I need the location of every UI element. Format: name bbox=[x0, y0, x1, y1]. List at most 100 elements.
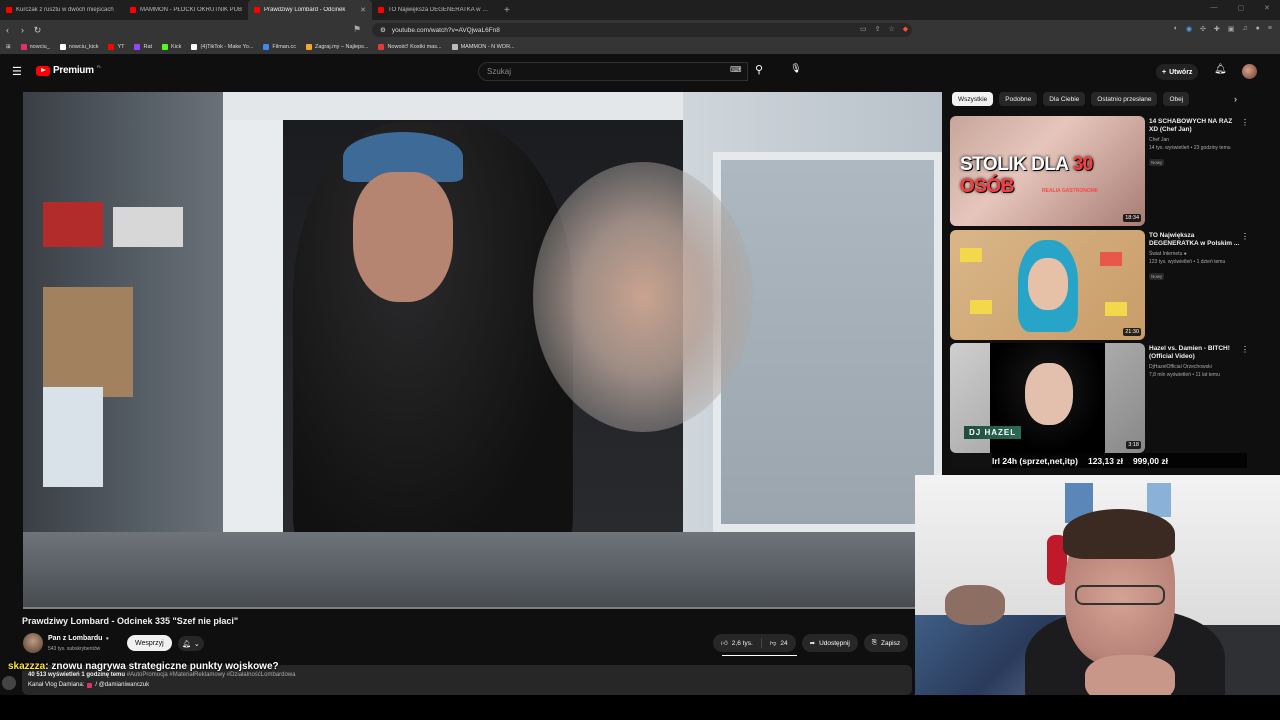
browser-tab-active[interactable]: Prawdziwy Lombard - Odcinek ✕ bbox=[248, 0, 372, 20]
recommendation-stats: 7,8 mln wyświetleń • 11 lat temu bbox=[1149, 372, 1220, 378]
bookmark-item[interactable]: Rat bbox=[134, 44, 152, 50]
share-icon[interactable]: ⇪ bbox=[875, 25, 881, 33]
search-input[interactable]: Szukaj bbox=[478, 62, 748, 81]
bookmark-favicon-icon bbox=[191, 44, 198, 50]
maximize-icon[interactable]: ▢ bbox=[1238, 4, 1245, 12]
video-thumbnail[interactable]: STOLIK DLA 30 OSÓB REALIA GASTRONOMII 18… bbox=[950, 116, 1145, 226]
recommendation-channel[interactable]: DjHazelOfficial Orzechowski bbox=[1149, 364, 1241, 370]
site-info-icon[interactable]: ⚙ bbox=[380, 26, 386, 34]
chip-for-you[interactable]: Dla Ciebie bbox=[1043, 92, 1086, 106]
channel-avatar[interactable] bbox=[23, 633, 43, 653]
thumbnail-sticky-note bbox=[1105, 302, 1127, 316]
account-avatar[interactable] bbox=[1242, 64, 1257, 79]
reload-icon[interactable]: ↻ bbox=[30, 25, 45, 36]
bookmark-item[interactable]: Zagraj.my – Najleps... bbox=[305, 44, 368, 50]
chip-recently-uploaded[interactable]: Ostatnio przesłane bbox=[1091, 92, 1158, 106]
more-vert-icon[interactable]: ⋮ bbox=[1241, 118, 1249, 127]
more-vert-icon[interactable]: ⋮ bbox=[1241, 232, 1249, 241]
description-link[interactable]: / @damianiwanczuk bbox=[95, 682, 149, 688]
video-thumbnail[interactable]: 21:30 bbox=[950, 230, 1145, 340]
puzzle-icon[interactable]: ✚ bbox=[1214, 25, 1220, 33]
hashtags[interactable]: #AutoPromocja #MateriałReklamowy #Działa… bbox=[127, 672, 296, 678]
bookmark-label: Filman.cc bbox=[272, 44, 296, 50]
recommendation-title[interactable]: 14 SCHABOWYCH NA RAZ XD (Chef Jan) bbox=[1149, 118, 1241, 134]
recommendation-meta: Hazel vs. Damien - BITCH! (Official Vide… bbox=[1149, 345, 1241, 378]
bookmark-item[interactable]: nowciu_kick bbox=[59, 44, 99, 50]
recommendation-title[interactable]: TO Największa DEGENERATKA w Polskim ... bbox=[1149, 232, 1241, 248]
chip-all[interactable]: Wszystkie bbox=[952, 92, 994, 106]
subscription-bell-button[interactable]: 🔔︎ ⌄ bbox=[178, 636, 204, 651]
chevron-right-icon[interactable]: › bbox=[1234, 94, 1237, 104]
video-player[interactable] bbox=[23, 92, 942, 609]
search-icon[interactable]: ⚲ bbox=[755, 63, 763, 76]
dislike-button[interactable]: 👎︎ 24 bbox=[762, 634, 796, 652]
support-label: Wesprzyj bbox=[135, 639, 164, 647]
share-label: Udostępnij bbox=[819, 639, 850, 647]
save-button[interactable]: ⎘ Zapisz bbox=[863, 634, 909, 652]
recommendation-channel[interactable]: Świat Internetu ● bbox=[1149, 251, 1241, 257]
extension-icon[interactable]: ◐ bbox=[1174, 25, 1178, 33]
video-progress-bar[interactable] bbox=[23, 607, 942, 609]
close-tab-icon[interactable]: ✕ bbox=[360, 6, 366, 14]
support-button[interactable]: Wesprzyj bbox=[127, 635, 172, 651]
duration-badge: 18:34 bbox=[1123, 214, 1141, 222]
new-badge: Nowy bbox=[1149, 273, 1165, 280]
close-window-icon[interactable]: ✕ bbox=[1264, 4, 1270, 12]
thumbs-down-icon: 👎︎ bbox=[769, 640, 777, 647]
apps-grid-icon[interactable]: ⊞ bbox=[6, 44, 11, 50]
browser-tab[interactable]: MAMMON - PŁOCKI OKRUTNIK PUB bbox=[124, 0, 248, 20]
bookmark-label: nowciu_kick bbox=[68, 44, 99, 50]
bookmark-favicon-icon bbox=[305, 44, 312, 50]
channel-name-row[interactable]: Pan z Lombardu ● bbox=[48, 635, 109, 642]
bookmark-item[interactable]: MAMMON - N WOR... bbox=[451, 44, 515, 50]
screen-icon[interactable]: ▭ bbox=[860, 25, 867, 33]
like-button[interactable]: 👍︎ 2,6 tys. bbox=[713, 634, 761, 652]
bookmark-favicon-icon bbox=[451, 44, 458, 50]
more-vert-icon[interactable]: ⋮ bbox=[1241, 345, 1249, 354]
brave-shield-icon[interactable]: ◆ bbox=[903, 25, 908, 33]
chip-watched[interactable]: Obej bbox=[1163, 92, 1190, 106]
new-tab-icon[interactable]: + bbox=[496, 5, 518, 16]
webcam-hands bbox=[1085, 655, 1175, 695]
video-thumbnail[interactable]: DJ HAZEL 3:18 bbox=[950, 343, 1145, 453]
hamburger-menu-icon[interactable]: ☰ bbox=[12, 65, 22, 78]
bookmark-label: Nowość! Kostki mas... bbox=[387, 44, 442, 50]
create-button[interactable]: + Utwórz bbox=[1156, 64, 1199, 80]
notifications-bell-icon[interactable]: 🔔︎ bbox=[1214, 64, 1227, 75]
youtube-favicon-icon bbox=[254, 7, 260, 13]
description-line-1: 40 513 wyświetleń 1 godzinę temu #AutoPr… bbox=[28, 672, 295, 678]
recommendation-channel[interactable]: Chef Jan bbox=[1149, 137, 1241, 143]
star-icon[interactable]: ☆ bbox=[889, 25, 895, 33]
bookmark-item[interactable]: Nowość! Kostki mas... bbox=[378, 44, 442, 50]
minimize-icon[interactable]: — bbox=[1211, 4, 1218, 12]
back-icon[interactable]: ‹ bbox=[0, 25, 15, 35]
bookmark-item[interactable]: nowciu_ bbox=[20, 44, 50, 50]
browser-tab[interactable]: TO Największa DEGENERATKA w Pol bbox=[372, 0, 496, 20]
bookmark-item[interactable]: YT bbox=[108, 44, 124, 50]
recommendation-item[interactable]: 21:30 TO Największa DEGENERATKA w Polski… bbox=[950, 230, 1250, 340]
extension-icon[interactable]: ✣ bbox=[1200, 25, 1206, 33]
browser-tab[interactable]: Kurczak z rusztu w dwóch miejscach bbox=[0, 0, 124, 20]
share-button[interactable]: ➦ Udostępnij bbox=[801, 634, 858, 652]
bookmark-item[interactable]: Filman.cc bbox=[263, 44, 296, 50]
microphone-icon[interactable]: 🎙︎ bbox=[789, 63, 803, 77]
extension-icon[interactable]: ◉ bbox=[1186, 25, 1192, 33]
chip-related[interactable]: Podobne bbox=[999, 92, 1038, 106]
profile-icon[interactable]: ● bbox=[1256, 25, 1260, 33]
recommendation-item[interactable]: STOLIK DLA 30 OSÓB REALIA GASTRONOMII 18… bbox=[950, 116, 1250, 226]
bookmark-item[interactable]: Kick bbox=[162, 44, 181, 50]
url-field[interactable]: ⚙ youtube.com/watch?v=AVQjwaL6Fn8 bbox=[372, 23, 912, 37]
webcam-streamer-hair bbox=[1063, 509, 1175, 559]
video-scene-box bbox=[43, 287, 133, 397]
menu-icon[interactable]: ≡ bbox=[1268, 25, 1272, 33]
bookmark-icon[interactable]: ⚑ bbox=[353, 24, 361, 35]
bookmark-favicon-icon bbox=[162, 44, 169, 50]
youtube-logo[interactable]: Premium PL bbox=[36, 64, 102, 76]
bookmark-item[interactable]: (4)TikTok - Make Yo... bbox=[191, 44, 253, 50]
recommendation-item[interactable]: DJ HAZEL 3:18 Hazel vs. Damien - BITCH! … bbox=[950, 343, 1250, 453]
keyboard-icon[interactable]: ⌨ bbox=[730, 65, 742, 74]
forward-icon[interactable]: › bbox=[15, 25, 30, 35]
recommendation-title[interactable]: Hazel vs. Damien - BITCH! (Official Vide… bbox=[1149, 345, 1241, 361]
sidebar-icon[interactable]: ▣ bbox=[1228, 25, 1235, 33]
media-icon[interactable]: ♫ bbox=[1242, 25, 1247, 33]
